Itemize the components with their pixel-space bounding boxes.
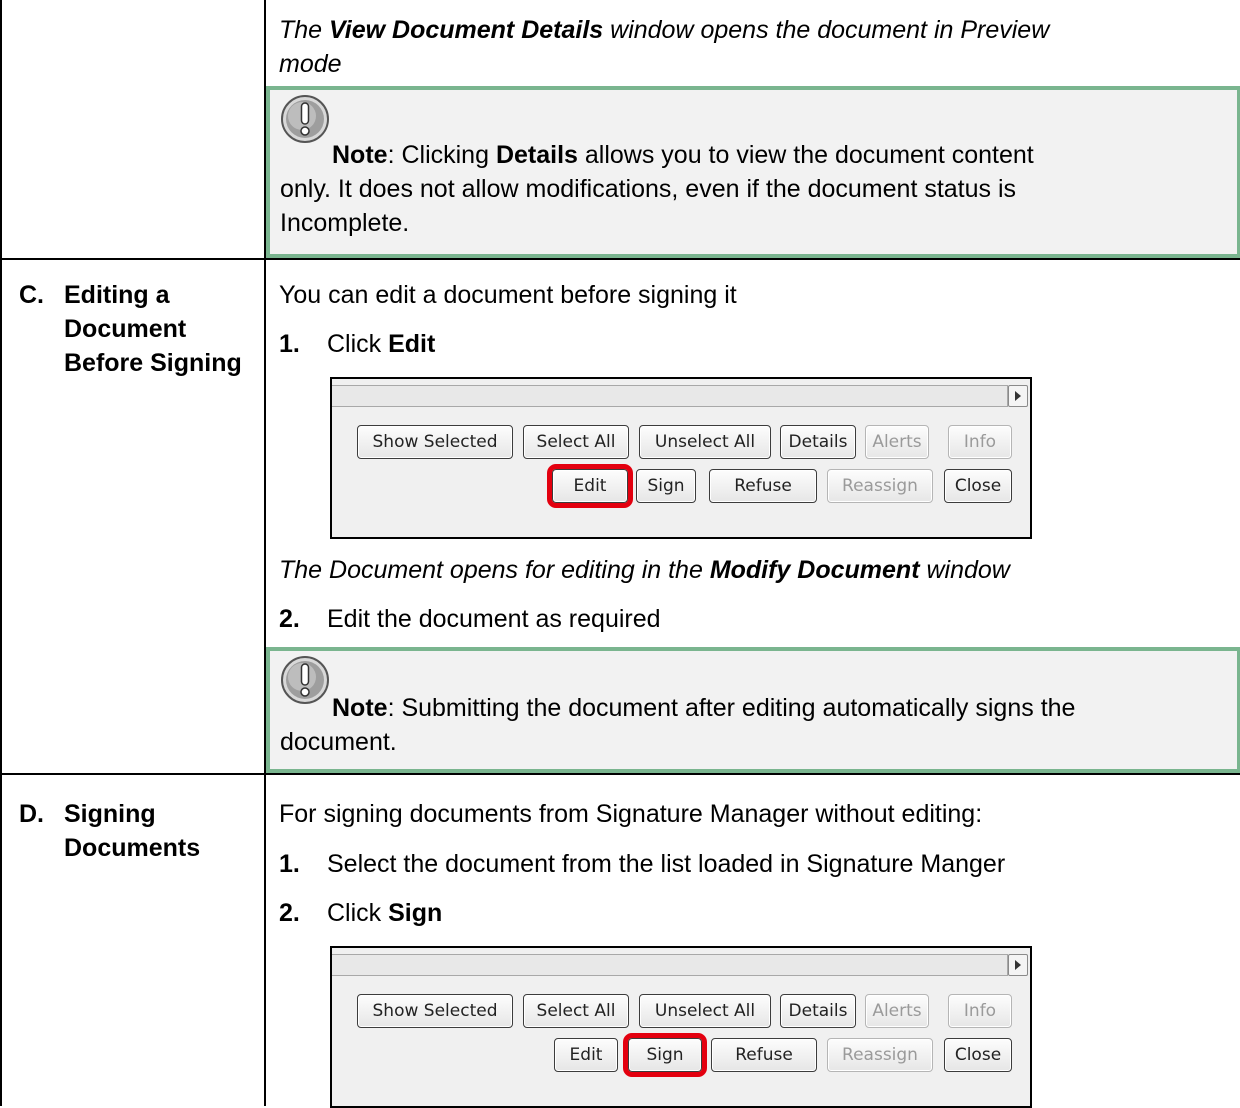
section-d-step1: 1. Select the document from the list load… bbox=[279, 850, 1006, 878]
sign-button[interactable]: Sign bbox=[636, 469, 696, 503]
procedure-table: The View Document Details window opens t… bbox=[0, 0, 1240, 1108]
arrow-right-icon bbox=[1015, 391, 1021, 401]
alerts-button[interactable]: Alerts bbox=[865, 425, 929, 459]
exclamation-icon bbox=[281, 656, 329, 704]
toolbar-screenshot-sign: Show Selected Select All Unselect All De… bbox=[330, 946, 1032, 1108]
section-c-step1: 1. Click Edit bbox=[279, 330, 436, 358]
section-title: Editing a Document Before Signing bbox=[64, 281, 242, 377]
section-title: Signing Documents bbox=[64, 800, 201, 862]
select-all-button[interactable]: Select All bbox=[523, 994, 629, 1028]
reassign-button[interactable]: Reassign bbox=[827, 469, 933, 503]
section-d-step2: 2. Click Sign bbox=[279, 899, 443, 927]
note-text-line3: Incomplete. bbox=[280, 209, 410, 237]
scroll-right-button[interactable] bbox=[1008, 954, 1028, 976]
note-text-line1: Note: Submitting the document after edit… bbox=[332, 694, 1076, 722]
edit-button[interactable]: Edit bbox=[547, 464, 633, 508]
info-button[interactable]: Info bbox=[948, 994, 1012, 1028]
arrow-right-icon bbox=[1015, 960, 1021, 970]
section-c-result: The Document opens for editing in the Mo… bbox=[279, 556, 1010, 584]
close-button[interactable]: Close bbox=[944, 469, 1012, 503]
alerts-button[interactable]: Alerts bbox=[865, 994, 929, 1028]
section-d-intro: For signing documents from Signature Man… bbox=[279, 800, 983, 828]
unselect-all-button[interactable]: Unselect All bbox=[639, 994, 771, 1028]
refuse-button[interactable]: Refuse bbox=[711, 1038, 817, 1072]
section-c-step2: 2. Edit the document as required bbox=[279, 605, 661, 633]
unselect-all-button[interactable]: Unselect All bbox=[639, 425, 771, 459]
info-button[interactable]: Info bbox=[948, 425, 1012, 459]
horizontal-scrollbar[interactable] bbox=[332, 954, 1008, 976]
show-selected-button[interactable]: Show Selected bbox=[357, 425, 513, 459]
details-button[interactable]: Details bbox=[780, 994, 856, 1028]
select-all-button[interactable]: Select All bbox=[523, 425, 629, 459]
scroll-right-button[interactable] bbox=[1008, 385, 1028, 407]
note-text-line2: only. It does not allow modifications, e… bbox=[280, 175, 1017, 203]
note-box: Note: Submitting the document after edit… bbox=[266, 647, 1240, 773]
horizontal-scrollbar[interactable] bbox=[332, 385, 1008, 407]
note-text-line1: Note: Clicking Details allows you to vie… bbox=[332, 141, 1034, 169]
details-button[interactable]: Details bbox=[780, 425, 856, 459]
note-box: Note: Clicking Details allows you to vie… bbox=[266, 86, 1240, 258]
refuse-button[interactable]: Refuse bbox=[709, 469, 817, 503]
toolbar-screenshot-edit: Show Selected Select All Unselect All De… bbox=[330, 377, 1032, 539]
row-divider bbox=[2, 773, 1240, 775]
close-button[interactable]: Close bbox=[944, 1038, 1012, 1072]
sign-button[interactable]: Sign bbox=[623, 1033, 707, 1077]
reassign-button[interactable]: Reassign bbox=[827, 1038, 933, 1072]
row-divider bbox=[2, 258, 1240, 260]
section-c-intro: You can edit a document before signing i… bbox=[279, 281, 737, 309]
edit-button[interactable]: Edit bbox=[554, 1038, 618, 1072]
exclamation-icon bbox=[281, 95, 329, 143]
show-selected-button[interactable]: Show Selected bbox=[357, 994, 513, 1028]
section-letter: C. bbox=[19, 281, 44, 309]
note-text-line2: document. bbox=[280, 728, 397, 756]
preview-caption-line2: mode bbox=[279, 50, 342, 78]
preview-caption: The View Document Details window opens t… bbox=[279, 16, 1050, 44]
section-letter: D. bbox=[19, 800, 44, 828]
